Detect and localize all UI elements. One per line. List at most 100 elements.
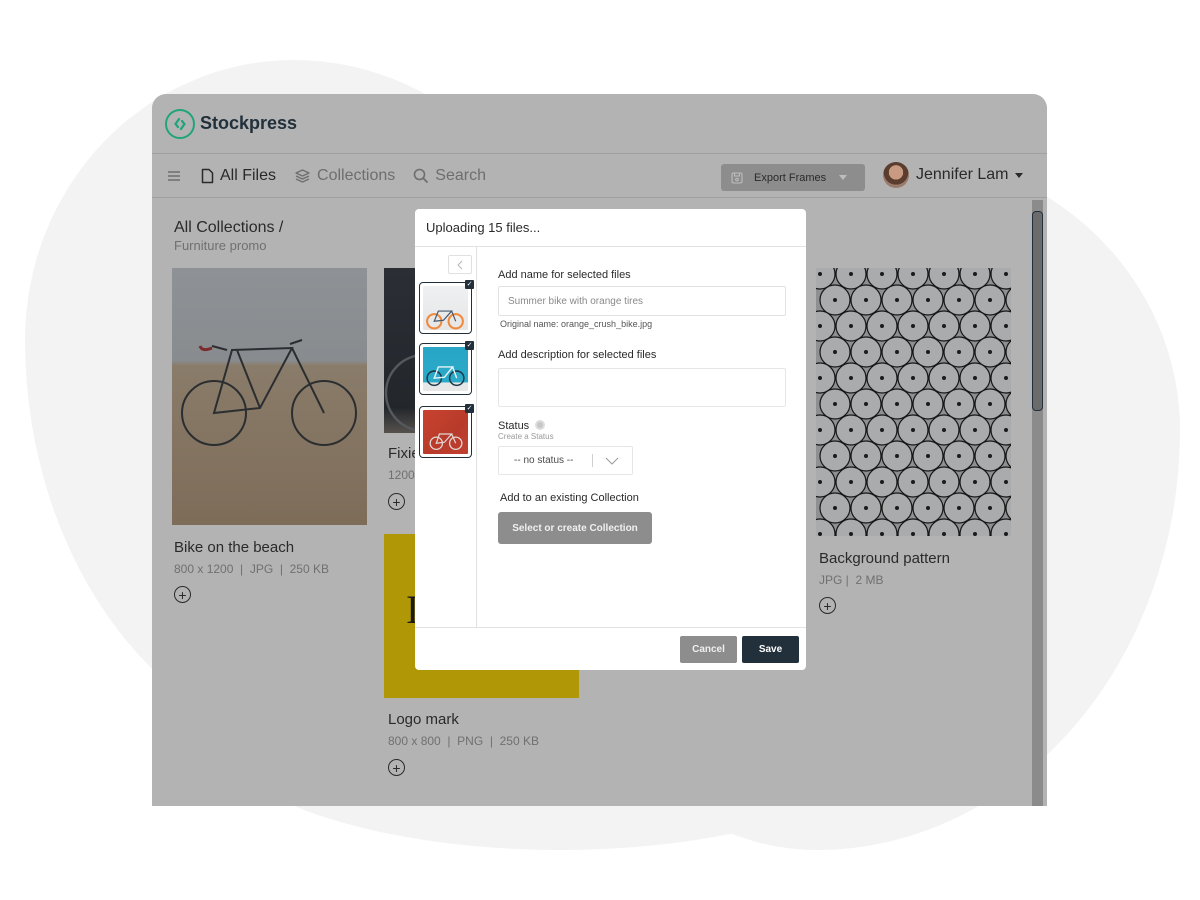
top-bar: Stockpress bbox=[152, 94, 1047, 154]
wheel-hub-mark bbox=[957, 350, 961, 354]
add-to-collection-button[interactable]: + bbox=[388, 759, 405, 776]
file-thumbnail[interactable] bbox=[816, 268, 1011, 536]
wheel-hub-mark bbox=[973, 428, 977, 432]
wheel-hub-mark bbox=[988, 350, 992, 354]
wheel-hub-mark bbox=[880, 376, 884, 380]
info-icon[interactable] bbox=[535, 420, 546, 430]
upload-thumbnail[interactable]: ✓ bbox=[419, 404, 474, 458]
status-select[interactable]: -- no status -- bbox=[498, 446, 633, 475]
wheel-hub-mark bbox=[988, 506, 992, 510]
wheel-hub-mark bbox=[973, 532, 977, 536]
wheel-hub-mark bbox=[926, 350, 930, 354]
name-label: Add name for selected files bbox=[498, 269, 631, 281]
wheel-hub-mark bbox=[1004, 376, 1008, 380]
upload-thumbnail[interactable]: ✓ bbox=[419, 280, 474, 334]
checkbox-checked-icon[interactable]: ✓ bbox=[465, 280, 474, 289]
wheel-hub-mark bbox=[849, 272, 853, 276]
file-meta: 800 x 1200 | JPG | 250 KB bbox=[174, 562, 329, 576]
breadcrumb-current: Furniture promo bbox=[174, 238, 267, 253]
wheel-hub-mark bbox=[864, 506, 868, 510]
wheel-hub-mark bbox=[973, 480, 977, 484]
wheel-hub-mark bbox=[880, 480, 884, 484]
wheel-hub-mark bbox=[849, 324, 853, 328]
add-to-collection-button[interactable]: + bbox=[819, 597, 836, 614]
wheel-hub-mark bbox=[895, 402, 899, 406]
wheel-hub-mark bbox=[880, 428, 884, 432]
brand-name: Stockpress bbox=[200, 113, 298, 133]
cancel-button[interactable]: Cancel bbox=[680, 636, 737, 663]
wheel-hub-mark bbox=[864, 402, 868, 406]
user-menu[interactable]: Jennifer Lam bbox=[883, 162, 1023, 188]
file-meta: 800 x 800 | PNG | 250 KB bbox=[388, 734, 539, 748]
wheel-hub-mark bbox=[911, 376, 915, 380]
file-card[interactable]: Bike on the beach 800 x 1200 | JPG | 250… bbox=[172, 268, 367, 608]
file-meta: 1200 bbox=[388, 468, 415, 482]
nav-search-label: Search bbox=[435, 166, 486, 184]
wheel-hub-mark bbox=[957, 506, 961, 510]
wheel-hub-mark bbox=[988, 454, 992, 458]
upload-modal: Uploading 15 files... ✓ ✓ ✓ Add name for… bbox=[415, 209, 806, 670]
wheel-hub-mark bbox=[880, 324, 884, 328]
layers-icon bbox=[295, 168, 310, 183]
chevron-down-icon bbox=[605, 457, 619, 465]
wheel-hub-mark bbox=[833, 506, 837, 510]
name-input[interactable]: Summer bike with orange tires bbox=[498, 286, 786, 316]
wheel-hub-mark bbox=[895, 454, 899, 458]
create-status-link[interactable]: Create a Status bbox=[498, 432, 798, 441]
wheel-hub-mark bbox=[942, 324, 946, 328]
back-button[interactable] bbox=[448, 255, 472, 274]
upload-thumbnail[interactable]: ✓ bbox=[419, 341, 474, 395]
breadcrumb-root[interactable]: All Collections / bbox=[174, 219, 283, 237]
nav-search[interactable]: Search bbox=[413, 167, 486, 185]
wheel-hub-mark bbox=[880, 532, 884, 536]
wheel-hub-mark bbox=[926, 506, 930, 510]
wheel-hub-mark bbox=[911, 480, 915, 484]
checkbox-checked-icon[interactable]: ✓ bbox=[465, 341, 474, 350]
add-to-collection-button[interactable]: + bbox=[388, 493, 405, 510]
collection-label: Add to an existing Collection bbox=[500, 492, 639, 504]
wheel-hub-mark bbox=[818, 480, 822, 484]
wheel-hub-mark bbox=[911, 428, 915, 432]
file-thumbnail[interactable] bbox=[172, 268, 367, 525]
wheel-hub-mark bbox=[957, 454, 961, 458]
caret-down-icon bbox=[1014, 172, 1023, 178]
select-collection-button[interactable]: Select or create Collection bbox=[498, 512, 652, 544]
nav-collections-label: Collections bbox=[317, 166, 396, 184]
wheel-hub-mark bbox=[926, 298, 930, 302]
nav-collections[interactable]: Collections bbox=[294, 167, 395, 185]
file-icon bbox=[201, 168, 214, 183]
wheel-hub-mark bbox=[864, 298, 868, 302]
scrollbar-thumb[interactable] bbox=[1032, 211, 1043, 411]
add-to-collection-button[interactable]: + bbox=[174, 586, 191, 603]
menu-button[interactable] bbox=[167, 170, 187, 182]
description-input[interactable] bbox=[498, 368, 786, 407]
wheel-hub-mark bbox=[957, 402, 961, 406]
wheel-hub-mark bbox=[1004, 324, 1008, 328]
stockpress-logo-icon[interactable] bbox=[165, 108, 195, 139]
checkbox-checked-icon[interactable]: ✓ bbox=[465, 404, 474, 413]
wheel-hub-mark bbox=[818, 324, 822, 328]
wheel-hub-mark bbox=[1004, 272, 1008, 276]
wheel-hub-mark bbox=[942, 532, 946, 536]
wheel-hub-mark bbox=[973, 376, 977, 380]
wheel-hub-mark bbox=[849, 428, 853, 432]
scrollbar[interactable] bbox=[1032, 200, 1043, 806]
file-name: Bike on the beach bbox=[174, 539, 295, 556]
export-frames-button[interactable]: Export Frames bbox=[721, 164, 865, 191]
save-icon bbox=[731, 171, 743, 184]
nav-all-files[interactable]: All Files bbox=[201, 167, 276, 185]
wheel-hub-mark bbox=[911, 272, 915, 276]
wheel-hub-mark bbox=[864, 454, 868, 458]
wheel-hub-mark bbox=[833, 350, 837, 354]
wheel-hub-mark bbox=[818, 532, 822, 536]
file-card[interactable]: Background pattern JPG | 2 MB + bbox=[816, 268, 1011, 618]
wheel-hub-mark bbox=[1004, 428, 1008, 432]
wheel-hub-mark bbox=[988, 402, 992, 406]
file-name: Background pattern bbox=[819, 550, 950, 567]
save-button[interactable]: Save bbox=[742, 636, 799, 663]
modal-footer: Cancel Save bbox=[415, 627, 806, 670]
wheel-hub-mark bbox=[818, 376, 822, 380]
file-meta: JPG | 2 MB bbox=[819, 573, 884, 587]
wheel-hub-mark bbox=[911, 532, 915, 536]
status-label-text: Status bbox=[498, 420, 530, 432]
